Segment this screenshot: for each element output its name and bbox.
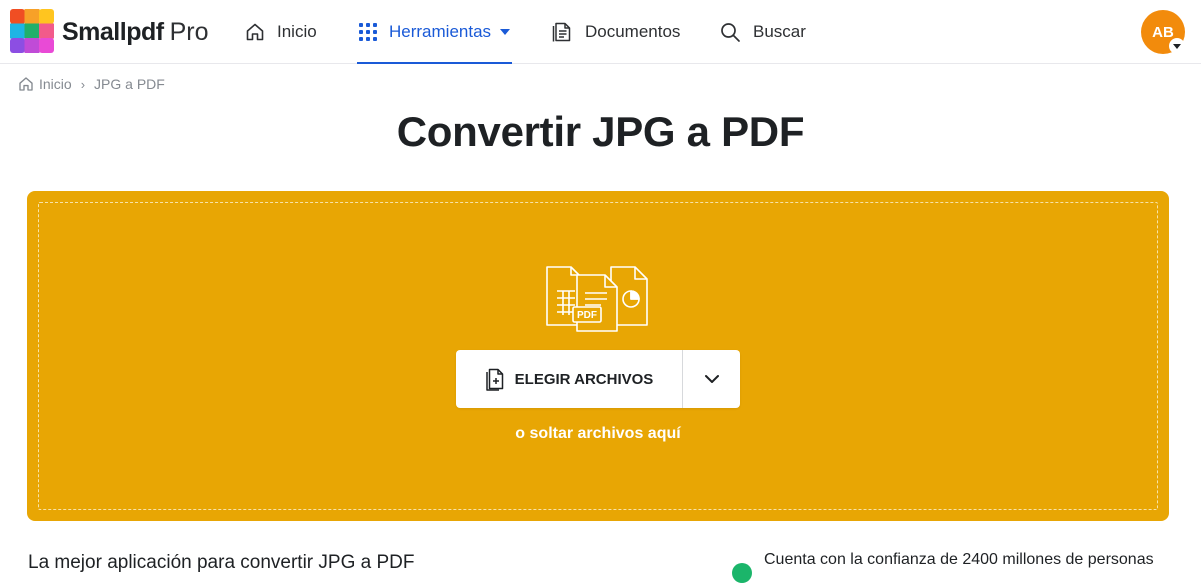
grid-icon bbox=[359, 23, 377, 41]
choose-files-button[interactable]: ELEGIR ARCHIVOS bbox=[456, 350, 682, 408]
avatar-initials: AB bbox=[1152, 23, 1174, 41]
nav-item-label: Inicio bbox=[277, 22, 317, 41]
nav-item-label: Documentos bbox=[585, 22, 681, 41]
brand-name[interactable]: Smallpdf Pro bbox=[62, 17, 208, 47]
checkmark-icon bbox=[732, 563, 752, 583]
chevron-down-icon bbox=[704, 375, 719, 383]
choose-source-dropdown[interactable] bbox=[683, 350, 740, 408]
file-dropzone[interactable]: PDF ELEGIR ARCHIVOS o soltar archivos aq… bbox=[27, 191, 1169, 521]
pdf-badge-label: PDF bbox=[577, 310, 597, 321]
chevron-down-icon bbox=[500, 29, 511, 35]
drop-files-hint: o soltar archivos aquí bbox=[515, 425, 681, 442]
breadcrumb: Inicio › JPG a PDF bbox=[18, 74, 165, 94]
nav-item-label: Buscar bbox=[753, 22, 806, 41]
nav-item-herramientas[interactable]: Herramientas bbox=[356, 0, 513, 64]
nav-item-inicio[interactable]: Inicio bbox=[245, 0, 317, 64]
documents-icon bbox=[552, 22, 571, 42]
avatar-chevron-down-icon[interactable] bbox=[1169, 38, 1185, 54]
home-icon bbox=[19, 77, 33, 91]
breadcrumb-current: JPG a PDF bbox=[94, 76, 165, 92]
section-heading: La mejor aplicación para convertir JPG a… bbox=[28, 552, 415, 573]
trust-text: Cuenta con la confianza de 2400 millones… bbox=[764, 551, 1154, 568]
nav-item-buscar[interactable]: Buscar bbox=[720, 0, 806, 64]
trust-statement: Cuenta con la confianza de 2400 millones… bbox=[732, 551, 1154, 583]
breadcrumb-home-link[interactable]: Inicio bbox=[39, 76, 72, 92]
smallpdf-logo-icon[interactable] bbox=[10, 9, 54, 53]
nav-item-label: Herramientas bbox=[389, 22, 492, 41]
brand-name-text: Smallpdf bbox=[62, 18, 164, 46]
choose-files-button-group: ELEGIR ARCHIVOS bbox=[456, 350, 740, 408]
top-navigation-bar: Smallpdf Pro Inicio Herramientas Document… bbox=[0, 0, 1201, 64]
search-icon bbox=[721, 22, 740, 42]
choose-files-label: ELEGIR ARCHIVOS bbox=[514, 370, 654, 388]
home-icon bbox=[246, 23, 264, 41]
brand-tier: Pro bbox=[169, 18, 209, 46]
page-title: Convertir JPG a PDF bbox=[396, 108, 805, 155]
nav-item-documentos[interactable]: Documentos bbox=[551, 0, 680, 64]
breadcrumb-separator: › bbox=[80, 76, 86, 92]
add-file-icon bbox=[485, 368, 503, 391]
